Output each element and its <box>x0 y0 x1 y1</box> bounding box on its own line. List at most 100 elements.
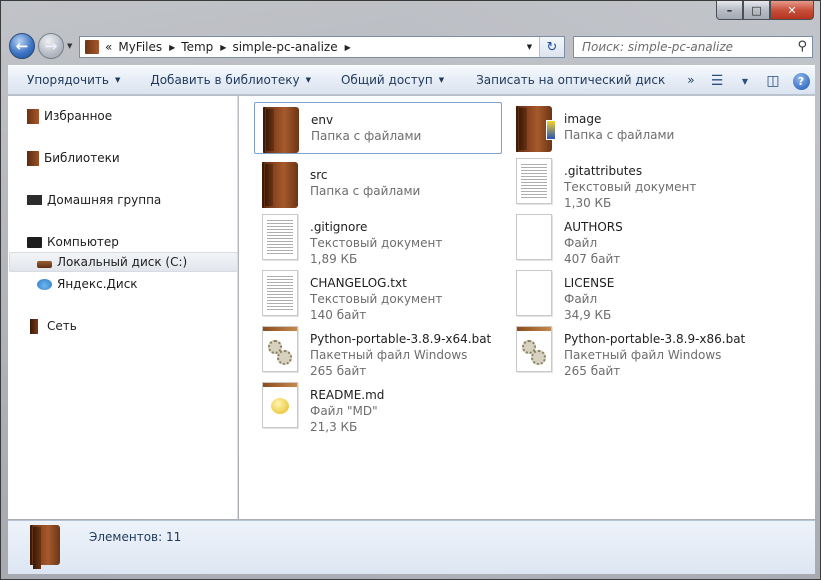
file-type: Папка с файлами <box>311 129 422 143</box>
file-name: env <box>311 113 334 127</box>
search-box[interactable]: ⚲ <box>573 36 813 58</box>
forward-button[interactable]: → <box>38 33 64 59</box>
breadcrumb-temp[interactable]: Temp <box>181 40 213 54</box>
blank-document-icon <box>516 214 552 260</box>
breadcrumb-myfiles[interactable]: MyFiles <box>118 40 162 54</box>
more-commands-button[interactable]: » <box>687 73 694 87</box>
nav-item-yandex-disk[interactable]: Яндекс.Диск <box>37 274 266 294</box>
share-menu[interactable]: Общий доступ ▼ <box>341 73 444 87</box>
chevron-right-icon[interactable]: ▶ <box>345 43 351 52</box>
address-overflow[interactable]: « <box>105 40 112 54</box>
file-size: 21,3 КБ <box>310 420 358 434</box>
nav-label: Локальный диск (C:) <box>57 255 188 269</box>
nav-item-computer[interactable]: Компьютер <box>27 232 256 252</box>
chevron-down-icon: ▼ <box>305 76 311 84</box>
file-size: 265 байт <box>564 364 621 378</box>
file-name: Python-portable-3.8.9-x86.bat <box>564 332 746 346</box>
file-item-python-portable-x86[interactable]: Python-portable-3.8.9-x86.bat Пакетный ф… <box>508 322 756 378</box>
arrow-left-icon: ← <box>15 37 29 55</box>
file-item-image[interactable]: image Папка с файлами <box>508 102 756 154</box>
chevron-down-icon: ▼ <box>438 76 445 84</box>
add-to-library-label: Добавить в библиотеку <box>150 73 300 87</box>
folder-icon <box>263 107 299 153</box>
file-size: 34,9 КБ <box>564 308 612 322</box>
navigation-pane: Избранное Библиотеки Домашняя группа Ком… <box>8 96 238 519</box>
libraries-icon <box>27 150 39 166</box>
maximize-button[interactable]: □ <box>743 1 770 20</box>
nav-label: Домашняя группа <box>47 193 162 207</box>
breadcrumb-simple-pc-analize[interactable]: simple-pc-analize <box>232 40 337 54</box>
homegroup-icon <box>27 195 42 205</box>
refresh-icon: ↻ <box>546 39 558 55</box>
file-name: Python-portable-3.8.9-x64.bat <box>310 332 492 346</box>
file-item-env[interactable]: env Папка с файлами <box>254 102 502 154</box>
back-button[interactable]: ← <box>9 33 35 59</box>
nav-item-homegroup[interactable]: Домашняя группа <box>27 190 256 210</box>
file-item-gitignore[interactable]: .gitignore Текстовый документ 1,89 КБ <box>254 210 502 266</box>
favorites-icon <box>27 108 39 124</box>
address-bar[interactable]: « MyFiles ▶ Temp ▶ simple-pc-analize ▶ ▼… <box>79 36 565 58</box>
organize-menu[interactable]: Упорядочить ▼ <box>27 73 120 87</box>
preview-pane-icon: ◫ <box>766 73 780 89</box>
file-type: Текстовый документ <box>310 292 443 306</box>
file-item-python-portable-x64[interactable]: Python-portable-3.8.9-x64.bat Пакетный ф… <box>254 322 502 378</box>
file-item-authors[interactable]: AUTHORS Файл 407 байт <box>508 210 756 266</box>
file-type: Пакетный файл Windows <box>564 348 722 362</box>
preview-pane-button[interactable]: ◫ <box>759 69 787 93</box>
organize-label: Упорядочить <box>27 73 109 87</box>
chevron-down-icon: ▼ <box>114 76 121 84</box>
nav-item-local-disk-c[interactable]: Локальный диск (C:) <box>9 252 238 272</box>
more-label: » <box>687 73 695 87</box>
file-type: Файл "MD" <box>310 404 378 418</box>
nav-item-libraries[interactable]: Библиотеки <box>27 148 256 168</box>
file-item-gitattributes[interactable]: .gitattributes Текстовый документ 1,30 К… <box>508 154 756 210</box>
file-size: 1,30 КБ <box>564 196 612 210</box>
chevron-right-icon[interactable]: ▶ <box>169 43 175 52</box>
close-button[interactable]: ✕ <box>770 1 814 20</box>
help-icon: ? <box>792 72 810 90</box>
nav-item-network[interactable]: Сеть <box>27 316 256 336</box>
caption-buttons: – □ ✕ <box>716 1 814 20</box>
folder-icon <box>516 106 556 152</box>
file-name: CHANGELOG.txt <box>310 276 407 290</box>
recent-pages-dropdown[interactable]: ▼ <box>67 42 72 50</box>
chevron-right-icon[interactable]: ▶ <box>220 43 226 52</box>
address-history-dropdown[interactable]: ▼ <box>522 37 536 57</box>
file-item-license[interactable]: LICENSE Файл 34,9 КБ <box>508 266 756 322</box>
burn-label: Записать на оптический диск <box>476 73 666 87</box>
nav-label: Яндекс.Диск <box>57 277 138 291</box>
chevron-down-icon: ▼ <box>741 76 749 86</box>
markdown-file-icon <box>262 382 298 428</box>
file-name: .gitattributes <box>564 164 643 178</box>
file-item-src[interactable]: src Папка с файлами <box>254 158 502 210</box>
text-document-icon <box>262 270 298 316</box>
file-item-changelog[interactable]: CHANGELOG.txt Текстовый документ 140 бай… <box>254 266 502 322</box>
minimize-button[interactable]: – <box>716 1 743 20</box>
burn-button[interactable]: Записать на оптический диск <box>476 73 665 87</box>
help-button[interactable]: ? <box>787 69 815 93</box>
details-pane: Элементов: 11 <box>8 520 815 574</box>
cloud-icon <box>37 278 52 290</box>
file-item-readme[interactable]: README.md Файл "MD" 21,3 КБ <box>254 378 502 434</box>
file-type: Папка с файлами <box>310 184 421 198</box>
file-type: Файл <box>564 236 598 250</box>
view-dropdown[interactable]: ▼ <box>731 69 759 93</box>
nav-label: Избранное <box>44 109 113 123</box>
add-to-library-menu[interactable]: Добавить в библиотеку ▼ <box>150 73 311 87</box>
navigation-buttons: ← → ▼ <box>9 33 72 59</box>
share-label: Общий доступ <box>340 73 433 87</box>
batch-file-icon <box>516 326 552 372</box>
search-input[interactable] <box>582 40 782 54</box>
nav-item-favorites[interactable]: Избранное <box>27 106 256 126</box>
search-icon[interactable]: ⚲ <box>797 39 807 54</box>
refresh-button[interactable]: ↻ <box>539 37 564 57</box>
nav-label: Компьютер <box>47 235 119 249</box>
view-options-button[interactable]: ☰ <box>703 69 731 93</box>
nav-label: Библиотеки <box>44 151 120 165</box>
command-bar: Упорядочить ▼ Добавить в библиотеку ▼ Общи… <box>8 65 815 95</box>
file-size: 140 байт <box>310 308 367 322</box>
view-list-icon: ☰ <box>710 73 724 89</box>
file-size: 1,89 КБ <box>310 252 358 266</box>
file-size: 265 байт <box>310 364 367 378</box>
drive-icon <box>37 260 52 268</box>
